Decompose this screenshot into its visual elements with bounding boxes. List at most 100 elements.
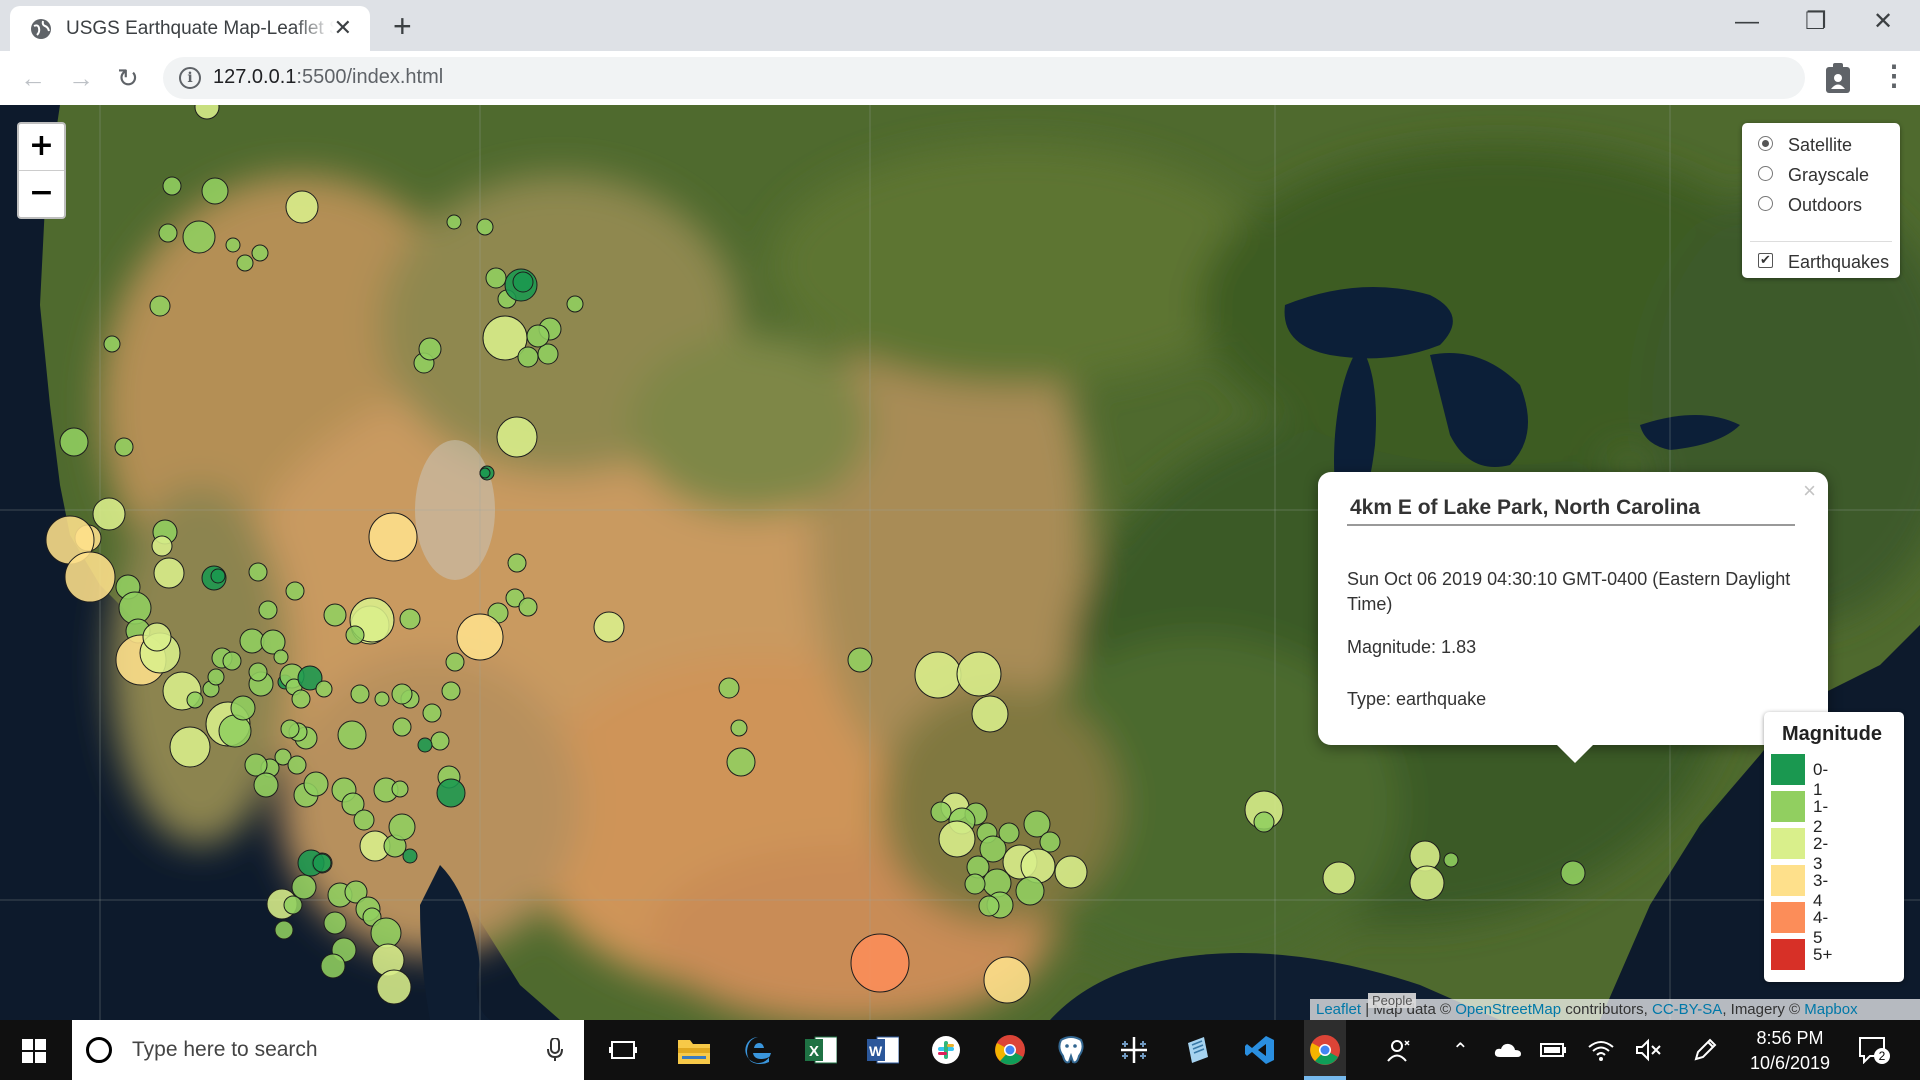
earthquake-marker[interactable] [496,416,538,458]
radio-satellite[interactable] [1758,136,1773,151]
earthquake-marker[interactable] [244,753,268,777]
earthquake-marker[interactable] [368,512,418,562]
earthquake-marker[interactable] [92,497,126,531]
earthquake-marker[interactable] [399,608,421,630]
earthquake-marker[interactable] [210,568,226,584]
earthquake-marker[interactable] [248,562,268,582]
earthquake-marker[interactable] [566,295,584,313]
earthquake-marker[interactable] [422,703,442,723]
earthquake-marker[interactable] [280,719,300,739]
people-icon[interactable] [1383,1033,1417,1067]
earthquake-marker[interactable] [225,237,241,253]
earthquake-marker[interactable] [350,684,370,704]
earthquake-marker[interactable] [158,223,178,243]
earthquake-marker[interactable] [103,335,121,353]
earthquake-marker[interactable] [236,254,254,272]
earthquake-marker[interactable] [320,953,346,979]
earthquake-marker[interactable] [388,813,416,841]
leaflet-map[interactable]: + − Satellite Grayscale Outdoors ✔ Earth… [0,105,1920,1020]
word-icon[interactable]: W [866,1033,900,1067]
earthquake-marker[interactable] [258,600,278,620]
excel-icon[interactable]: X [804,1033,838,1067]
earthquake-marker[interactable] [1253,811,1275,833]
file-explorer-icon[interactable] [677,1033,711,1067]
slack-icon[interactable] [929,1033,963,1067]
earthquake-marker[interactable] [512,271,534,293]
earthquake-marker[interactable] [930,801,952,823]
earthquake-marker[interactable] [914,651,962,699]
earthquake-marker[interactable] [303,771,329,797]
info-icon[interactable]: i [179,67,201,89]
earthquake-marker[interactable] [517,346,539,368]
earthquake-marker[interactable] [274,920,294,940]
earthquake-marker[interactable] [186,691,204,709]
earthquake-marker[interactable] [59,427,89,457]
leaflet-link[interactable]: Leaflet [1316,1001,1361,1018]
volume-muted-icon[interactable] [1632,1033,1666,1067]
earthquake-marker[interactable] [312,853,332,873]
osm-link[interactable]: OpenStreetMap [1455,1001,1561,1018]
earthquake-marker[interactable] [485,267,507,289]
popup-close-button[interactable]: × [1803,478,1816,504]
earthquake-marker[interactable] [456,613,504,661]
earthquake-marker[interactable] [998,822,1020,844]
earthquake-marker[interactable] [207,668,225,686]
earthquake-marker[interactable] [441,681,461,701]
earthquake-marker[interactable] [291,874,317,900]
earthquake-marker[interactable] [222,651,242,671]
close-window-button[interactable]: ✕ [1873,8,1893,36]
earthquake-marker[interactable] [142,622,172,652]
earthquake-marker[interactable] [445,652,465,672]
earthquake-marker[interactable] [253,772,279,798]
more-menu-icon[interactable]: ⋮ [1880,61,1908,91]
earthquake-marker[interactable] [418,337,442,361]
earthquake-marker[interactable] [978,895,1000,917]
earthquake-marker[interactable] [1039,831,1061,853]
earthquake-marker[interactable] [391,683,413,705]
earthquake-marker[interactable] [718,677,740,699]
zoom-in-button[interactable]: + [19,124,64,171]
earthquake-marker[interactable] [956,651,1002,697]
earthquake-marker[interactable] [370,917,402,949]
license-link[interactable]: CC-BY-SA [1652,1001,1722,1018]
profile-icon[interactable] [1825,63,1851,93]
earthquake-marker[interactable] [285,581,305,601]
earthquake-marker[interactable] [64,551,116,603]
earthquake-marker[interactable] [287,755,307,775]
earthquake-marker[interactable] [518,597,538,617]
back-arrow-icon[interactable]: ← [20,64,46,92]
earthquake-marker[interactable] [983,956,1031,1004]
tableau-icon[interactable] [1117,1033,1151,1067]
earthquake-marker[interactable] [376,969,412,1005]
earthquake-marker[interactable] [417,737,433,753]
taskbar-search-box[interactable]: Type here to search [72,1020,584,1080]
earthquake-marker[interactable] [345,625,365,645]
microphone-icon[interactable] [547,1038,563,1062]
postgres-icon[interactable] [1054,1033,1088,1067]
earthquake-marker[interactable] [162,176,182,196]
earthquake-marker[interactable] [1443,852,1459,868]
earthquake-marker[interactable] [430,731,450,751]
earthquake-marker[interactable] [847,647,873,673]
radio-grayscale[interactable] [1758,166,1773,181]
earthquake-marker[interactable] [239,628,265,654]
earthquake-marker[interactable] [593,611,625,643]
radio-outdoors[interactable] [1758,196,1773,211]
earthquake-marker[interactable] [182,220,216,254]
earthquake-marker[interactable] [248,662,268,682]
earthquake-marker[interactable] [353,809,375,831]
mapbox-link[interactable]: Mapbox [1804,1001,1857,1018]
earthquake-marker[interactable] [374,691,390,707]
earthquake-marker[interactable] [730,719,748,737]
earthquake-marker[interactable] [153,557,185,589]
earthquake-marker[interactable] [291,689,311,709]
windows-start-icon[interactable] [22,1039,46,1063]
earthquake-marker[interactable] [323,603,347,627]
vscode-icon[interactable] [1243,1033,1277,1067]
restore-button[interactable]: ❐ [1805,8,1827,36]
chrome-active-icon[interactable] [1304,1020,1346,1080]
earthquake-marker[interactable] [114,437,134,457]
earthquake-marker[interactable] [1560,860,1586,886]
pen-icon[interactable] [1688,1033,1722,1067]
minimize-button[interactable]: — [1735,8,1759,36]
